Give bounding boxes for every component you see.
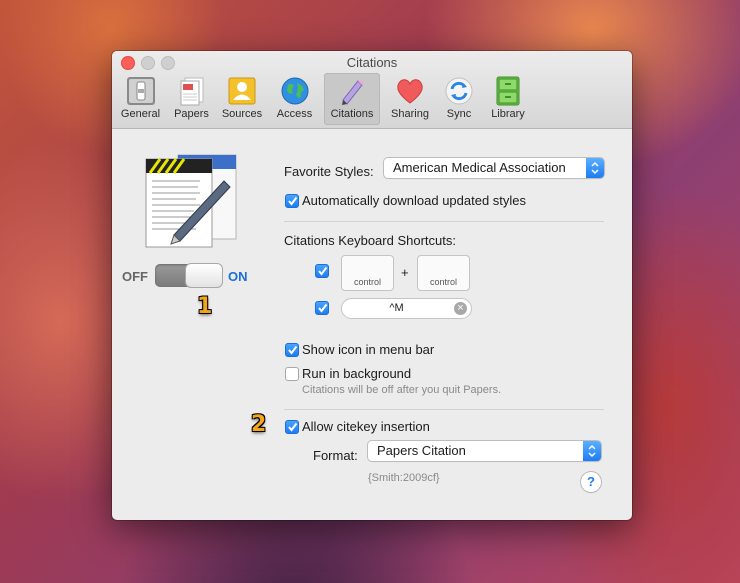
run-background-label: Run in background bbox=[302, 366, 412, 381]
toolbar-label-sources: Sources bbox=[221, 108, 263, 120]
run-background-checkbox[interactable] bbox=[285, 367, 299, 381]
format-popup[interactable]: Papers Citation bbox=[368, 441, 601, 461]
toolbar-item-general[interactable]: General bbox=[116, 73, 165, 125]
switch-on-label: ON bbox=[228, 269, 248, 284]
favorite-styles-label: Favorite Styles: bbox=[284, 164, 374, 179]
shortcut-key-2[interactable]: control bbox=[417, 255, 470, 291]
checkmark-icon bbox=[318, 266, 328, 276]
format-value: Papers Citation bbox=[377, 443, 466, 458]
citekey-checkbox[interactable] bbox=[285, 420, 299, 434]
format-example: {Smith:2009cf} bbox=[368, 472, 440, 484]
shortcut-2-checkbox[interactable] bbox=[315, 301, 329, 315]
favorite-styles-value: American Medical Association bbox=[393, 160, 566, 175]
globe-icon bbox=[281, 77, 308, 105]
sources-icon bbox=[228, 77, 256, 105]
toolbar-label-access: Access bbox=[276, 108, 313, 120]
toolbar-label-library: Library bbox=[491, 108, 525, 120]
preferences-window: Citations General Papers Sources Access … bbox=[112, 51, 632, 520]
checkmark-icon bbox=[288, 345, 298, 355]
shortcut-key-1[interactable]: control bbox=[341, 255, 394, 291]
toolbar-item-papers[interactable]: Papers bbox=[168, 73, 215, 125]
toolbar-label-citations: Citations bbox=[330, 108, 374, 120]
shortcut-plus: + bbox=[401, 265, 409, 280]
favorite-styles-popup[interactable]: American Medical Association bbox=[384, 158, 604, 178]
annotation-number-1: 1 bbox=[197, 294, 213, 319]
popup-arrows-icon bbox=[583, 441, 601, 461]
citations-toggle-switch[interactable] bbox=[155, 264, 222, 287]
annotation-number-2: 2 bbox=[251, 412, 267, 437]
shortcut-recorder-field[interactable]: ^M × bbox=[341, 298, 472, 319]
switch-knob[interactable] bbox=[186, 264, 222, 287]
toolbar-item-library[interactable]: Library bbox=[485, 73, 531, 125]
cabinet-icon bbox=[496, 76, 520, 106]
clear-icon[interactable]: × bbox=[454, 302, 467, 315]
show-icon-checkbox[interactable] bbox=[285, 343, 299, 357]
toolbar-item-sync[interactable]: Sync bbox=[437, 73, 481, 125]
toolbar-label-general: General bbox=[120, 108, 161, 120]
sync-icon bbox=[445, 77, 473, 105]
popup-arrows-icon bbox=[586, 158, 604, 178]
citekey-label: Allow citekey insertion bbox=[302, 419, 430, 434]
pen-icon bbox=[342, 79, 364, 105]
checkmark-icon bbox=[318, 303, 328, 313]
shortcut-1-checkbox[interactable] bbox=[315, 264, 329, 278]
separator bbox=[284, 221, 604, 222]
toolbar-item-citations[interactable]: Citations bbox=[324, 73, 380, 125]
titlebar: Citations General Papers Sources Access … bbox=[112, 51, 632, 129]
toolbar-label-sharing: Sharing bbox=[391, 108, 429, 120]
switch-off-label: OFF bbox=[122, 269, 148, 284]
show-icon-label: Show icon in menu bar bbox=[302, 342, 435, 357]
format-label: Format: bbox=[313, 448, 358, 463]
switch-icon bbox=[126, 77, 155, 105]
shortcut-key-2-label: control bbox=[429, 277, 457, 287]
toolbar-item-access[interactable]: Access bbox=[271, 73, 318, 125]
heart-icon bbox=[397, 79, 423, 104]
toolbar-item-sharing[interactable]: Sharing bbox=[385, 73, 435, 125]
auto-download-label: Automatically download updated styles bbox=[302, 193, 527, 208]
citations-document-icon bbox=[145, 154, 237, 248]
papers-icon bbox=[180, 77, 203, 106]
shortcut-key-1-label: control bbox=[353, 277, 381, 287]
checkmark-icon bbox=[288, 196, 298, 206]
toolbar-label-sync: Sync bbox=[446, 108, 472, 120]
shortcut-value: ^M bbox=[389, 302, 404, 314]
separator bbox=[284, 409, 604, 410]
run-background-note: Citations will be off after you quit Pap… bbox=[302, 384, 502, 396]
shortcuts-label: Citations Keyboard Shortcuts: bbox=[284, 233, 456, 248]
help-button[interactable]: ? bbox=[581, 472, 601, 492]
auto-download-checkbox[interactable] bbox=[285, 194, 299, 208]
toolbar-label-papers: Papers bbox=[174, 108, 209, 120]
window-title: Citations bbox=[346, 55, 398, 70]
toolbar-item-sources[interactable]: Sources bbox=[217, 73, 267, 125]
checkmark-icon bbox=[288, 422, 298, 432]
